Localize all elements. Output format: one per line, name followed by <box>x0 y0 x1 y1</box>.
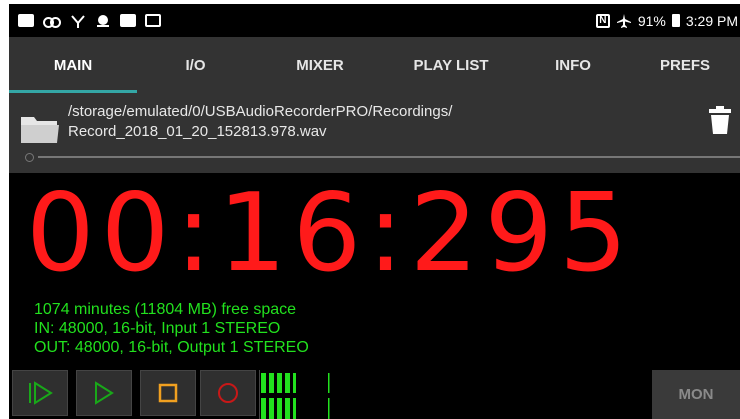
monitor-button[interactable]: MON <box>652 370 740 419</box>
transport-controls: MON <box>9 367 740 419</box>
folder-icon[interactable] <box>20 113 60 145</box>
status-right: N 91% 3:29 PM <box>595 12 740 29</box>
level-meter <box>259 370 646 419</box>
tab-mixer[interactable]: MIXER <box>254 37 386 93</box>
file-bar: /storage/emulated/0/USBAudioRecorderPRO/… <box>9 93 740 173</box>
tab-info[interactable]: INFO <box>516 37 630 93</box>
mail-icon <box>145 14 161 27</box>
output-format-text: OUT: 48000, 16-bit, Output 1 STEREO <box>34 339 309 356</box>
tab-label: I/O <box>185 56 206 74</box>
nfc-icon: N <box>595 13 610 28</box>
play-button[interactable] <box>76 370 132 416</box>
tab-play-list[interactable]: PLAY LIST <box>386 37 516 93</box>
seek-slider-track[interactable] <box>38 156 740 158</box>
stop-button[interactable] <box>140 370 196 416</box>
record-button[interactable] <box>200 370 256 416</box>
play-icon <box>95 381 114 405</box>
tab-io[interactable]: I/O <box>137 37 254 93</box>
clock: 3:29 PM <box>685 12 738 29</box>
tab-prefs[interactable]: PREFS <box>630 37 740 93</box>
free-space-text: 1074 minutes (11804 MB) free space <box>34 301 297 318</box>
file-name: Record_2018_01_20_152813.978.wav <box>68 123 327 140</box>
tab-label: MIXER <box>296 56 344 74</box>
trash-icon[interactable] <box>709 106 731 134</box>
stop-icon <box>158 383 178 403</box>
battery-icon <box>671 14 680 27</box>
tab-label: INFO <box>555 56 591 74</box>
tab-bar: MAIN I/O MIXER PLAY LIST INFO PREFS <box>9 37 740 93</box>
directv-icon <box>97 14 109 27</box>
record-icon <box>218 383 238 403</box>
input-format-text: IN: 48000, 16-bit, Input 1 STEREO <box>34 320 281 337</box>
elapsed-time-display: 00:16:295 <box>26 171 634 296</box>
play-from-start-icon <box>29 381 53 405</box>
airplane-icon <box>616 13 631 28</box>
tab-label: PLAY LIST <box>413 56 489 74</box>
file-path: /storage/emulated/0/USBAudioRecorderPRO/… <box>68 102 452 142</box>
image-icon <box>120 14 136 27</box>
seek-slider-thumb[interactable] <box>25 153 34 162</box>
battery-percent: 91% <box>637 12 666 29</box>
recording-info: 1074 minutes (11804 MB) free space IN: 4… <box>34 300 309 357</box>
voicemail-icon <box>43 14 61 28</box>
level-meter-bars <box>261 373 330 419</box>
notification-icon <box>18 14 34 27</box>
tab-label: PREFS <box>659 56 710 74</box>
directv-icon <box>71 14 85 28</box>
play-from-start-button[interactable] <box>12 370 68 416</box>
window-frame-left <box>0 0 9 419</box>
status-bar: N 91% 3:29 PM <box>9 4 740 37</box>
tab-label: MAIN <box>53 56 93 74</box>
tab-main[interactable]: MAIN <box>9 37 137 93</box>
notification-icons <box>18 14 161 28</box>
file-path-directory: /storage/emulated/0/USBAudioRecorderPRO/… <box>68 103 453 120</box>
